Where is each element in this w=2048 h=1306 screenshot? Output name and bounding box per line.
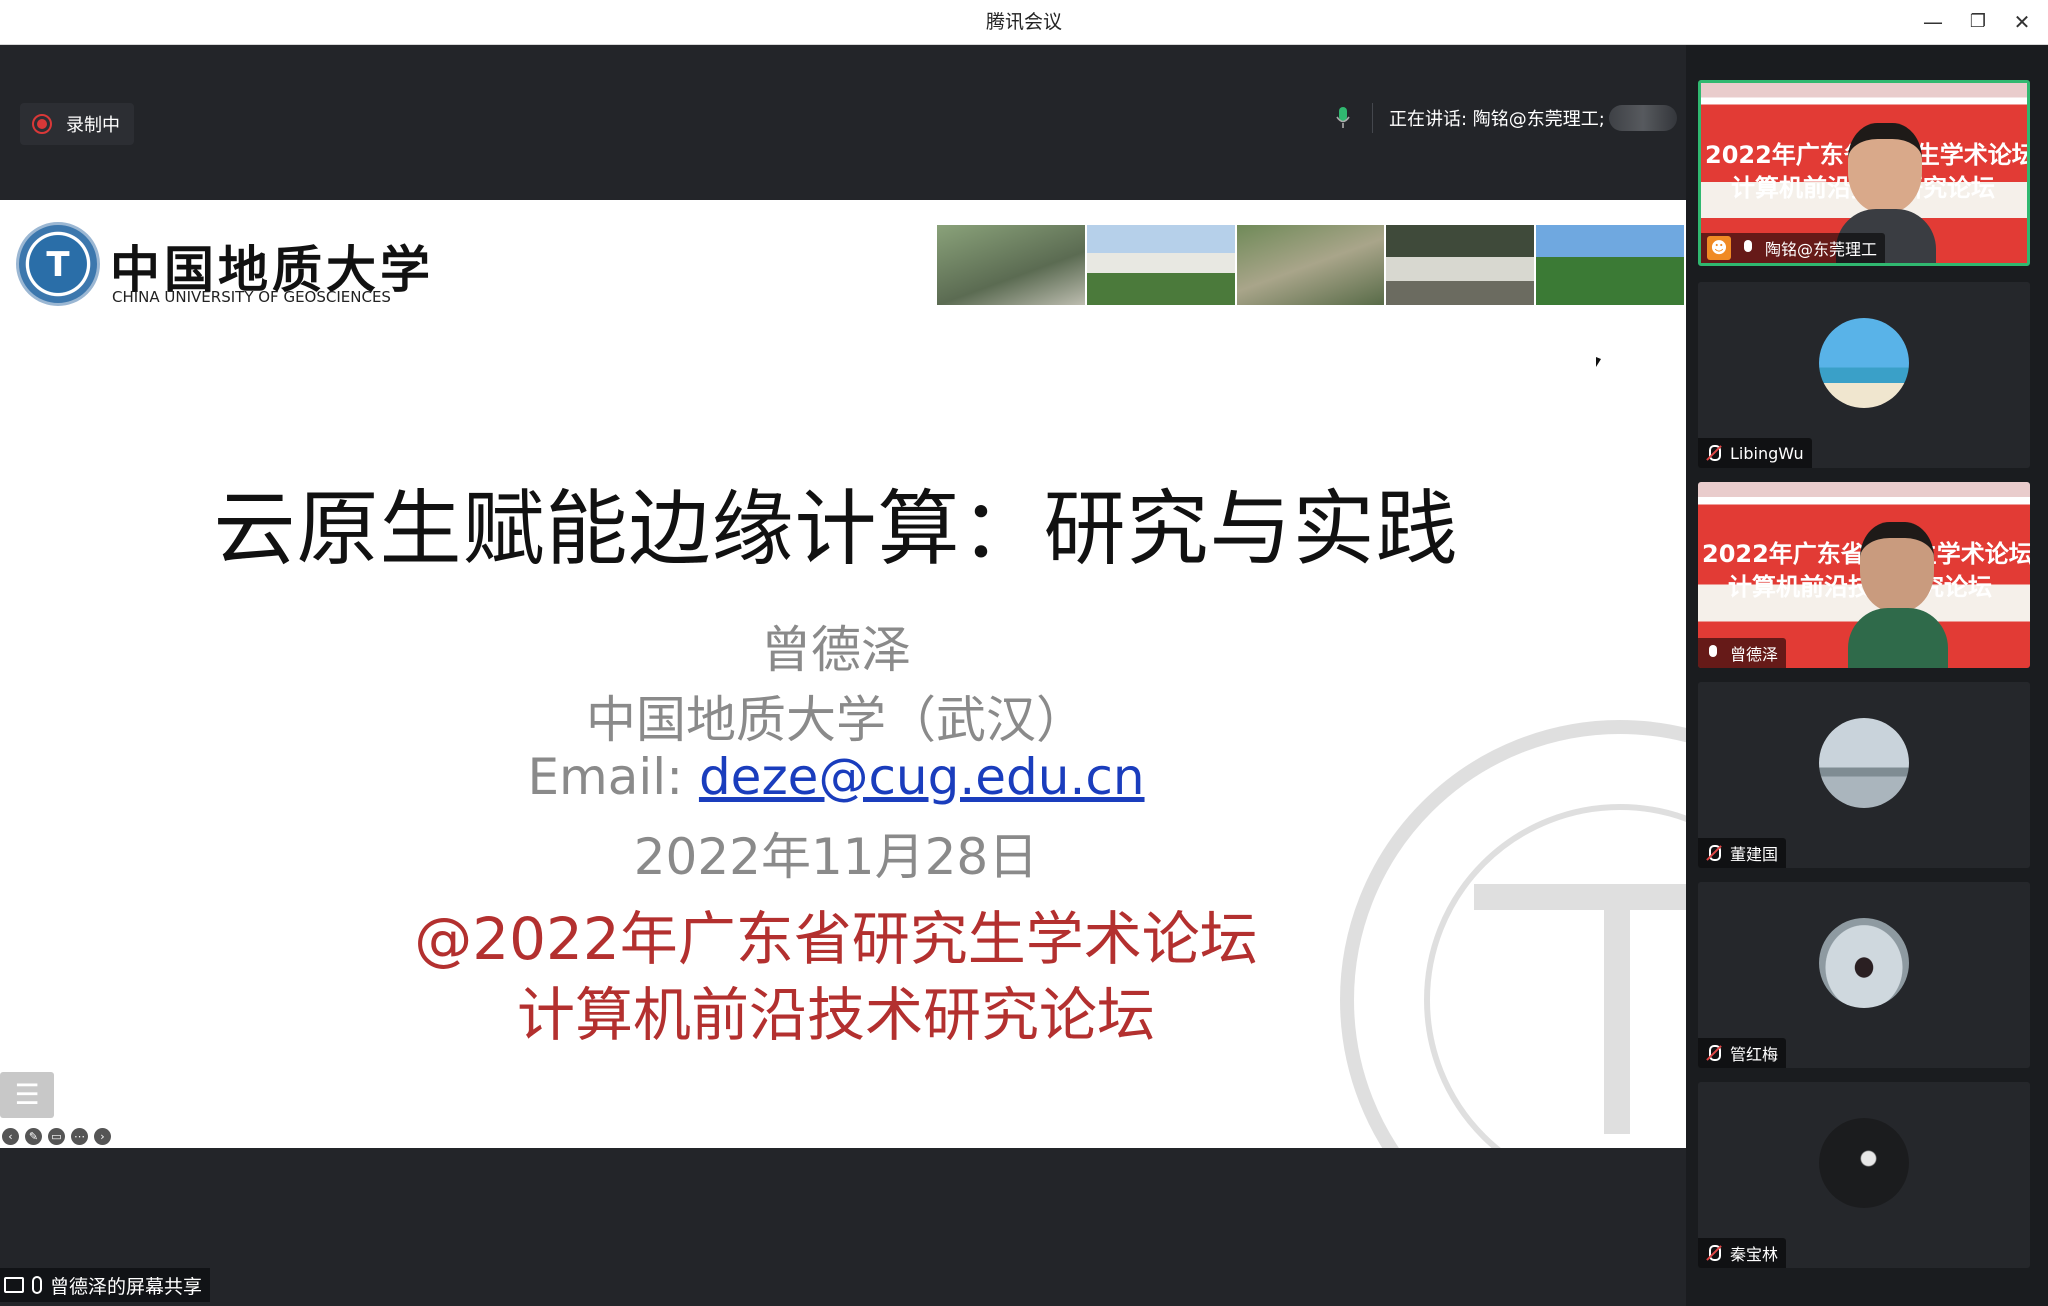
shared-slide: 中国地质大学 CHINA UNIVERSITY OF GEOSCIENCES 云… — [0, 200, 1686, 1148]
mouse-cursor — [1596, 357, 1601, 367]
participant-namebar: 管红梅 — [1698, 1038, 1787, 1068]
caption-icon[interactable]: ▭ — [48, 1128, 65, 1145]
mic-muted-icon — [1704, 1244, 1722, 1262]
campus-photo — [937, 225, 1087, 305]
next-icon[interactable]: › — [94, 1128, 111, 1145]
participant-namebar: 秦宝林 — [1698, 1238, 1787, 1268]
participant-name: 曾德泽 — [1730, 645, 1779, 664]
participant-name: 秦宝林 — [1730, 1245, 1779, 1264]
campus-photo — [1536, 225, 1686, 305]
screen-share-label: 曾德泽的屏幕共享 — [50, 1275, 203, 1298]
participant-tile[interactable]: 2022年广东省研究生学术论坛 计算机前沿技术研究论坛 曾德泽 — [1698, 482, 2030, 668]
speaking-label: 正在讲话: 陶铭@东莞理工; — [1389, 109, 1605, 130]
microphone-icon — [1336, 107, 1350, 129]
participant-panel: 2022年广东省研究生学术论坛 计算机前沿技术研究论坛 陶铭@东莞理工 Libi… — [1686, 45, 2048, 1306]
participant-namebar: 曾德泽 — [1698, 638, 1787, 668]
minimize-button[interactable]: — — [1915, 6, 1951, 38]
meeting-window: 腾讯会议 — ❐ ✕ 录制中 正在讲话: 陶铭@东莞理工; 中国地质大学 CHI… — [0, 0, 2048, 1306]
recording-indicator[interactable]: 录制中 — [20, 103, 134, 145]
host-icon — [1707, 236, 1731, 260]
avatar — [1819, 1118, 1909, 1208]
recording-label: 录制中 — [66, 115, 120, 136]
avatar — [1819, 918, 1909, 1008]
email-label: Email: — [527, 748, 699, 806]
affiliation: 中国地质大学（武汉） — [586, 691, 1086, 749]
window-title: 腾讯会议 — [985, 11, 1062, 33]
participant-name: LibingWu — [1730, 443, 1804, 463]
avatar — [1819, 718, 1909, 808]
mic-muted-icon — [1704, 844, 1722, 862]
divider — [1372, 103, 1373, 133]
record-icon — [32, 114, 52, 134]
participant-namebar: 陶铭@东莞理工 — [1701, 233, 1886, 263]
participant-name: 陶铭@东莞理工 — [1765, 240, 1878, 259]
microphone-icon — [32, 1276, 42, 1294]
participant-tile[interactable]: 董建国 — [1698, 682, 2030, 868]
forum-line-2: 计算机前沿技术研究论坛 — [516, 981, 1155, 1049]
slide-toolbar: ☰ ‹ ✎ ▭ ⋯ › — [0, 1072, 300, 1148]
campus-photo — [1236, 225, 1387, 305]
participant-tile[interactable]: 2022年广东省研究生学术论坛 计算机前沿技术研究论坛 陶铭@东莞理工 — [1698, 80, 2030, 266]
microphone-icon — [1704, 644, 1722, 662]
participant-tile[interactable]: 管红梅 — [1698, 882, 2030, 1068]
title-bar: 腾讯会议 — ❐ ✕ — [0, 0, 2048, 45]
email-link[interactable]: deze@cug.edu.cn — [699, 748, 1145, 806]
microphone-icon — [1739, 239, 1757, 257]
participant-tile[interactable]: 秦宝林 — [1698, 1082, 2030, 1268]
email-line: Email: deze@cug.edu.cn — [0, 748, 1672, 806]
presentation-date: 2022年11月28日 — [633, 828, 1039, 886]
forum-line-1: @2022年广东省研究生学术论坛 — [414, 905, 1258, 973]
speaking-overflow — [1608, 105, 1677, 131]
campus-photo-strip — [937, 225, 1686, 305]
list-icon[interactable]: ☰ — [0, 1072, 54, 1118]
participant-namebar: 董建国 — [1698, 838, 1787, 868]
participant-name: 管红梅 — [1730, 1045, 1779, 1064]
university-logo — [16, 222, 100, 306]
participant-tile[interactable]: LibingWu — [1698, 282, 2030, 468]
campus-photo — [1386, 225, 1537, 305]
previous-icon[interactable]: ‹ — [2, 1128, 19, 1145]
screen-share-status[interactable]: 曾德泽的屏幕共享 — [0, 1268, 211, 1302]
mic-muted-icon — [1704, 444, 1722, 462]
campus-photo — [1086, 225, 1237, 305]
pen-icon[interactable]: ✎ — [25, 1128, 42, 1145]
slide-title: 云原生赋能边缘计算：研究与实践 — [213, 482, 1459, 577]
participant-namebar: LibingWu — [1698, 438, 1812, 468]
university-name-en: CHINA UNIVERSITY OF GEOSCIENCES — [112, 288, 391, 306]
presenter-name: 曾德泽 — [761, 621, 911, 679]
more-icon[interactable]: ⋯ — [71, 1128, 88, 1145]
restore-button[interactable]: ❐ — [1960, 6, 1996, 38]
avatar — [1819, 318, 1909, 408]
slide-controls: ‹ ✎ ▭ ⋯ › — [2, 1128, 111, 1145]
speaking-indicator: 正在讲话: 陶铭@东莞理工; — [1336, 100, 1677, 136]
screen-share-icon — [4, 1277, 24, 1293]
mic-muted-icon — [1704, 1044, 1722, 1062]
close-button[interactable]: ✕ — [2004, 6, 2040, 38]
participant-video — [1848, 522, 1948, 668]
participant-name: 董建国 — [1730, 845, 1779, 864]
